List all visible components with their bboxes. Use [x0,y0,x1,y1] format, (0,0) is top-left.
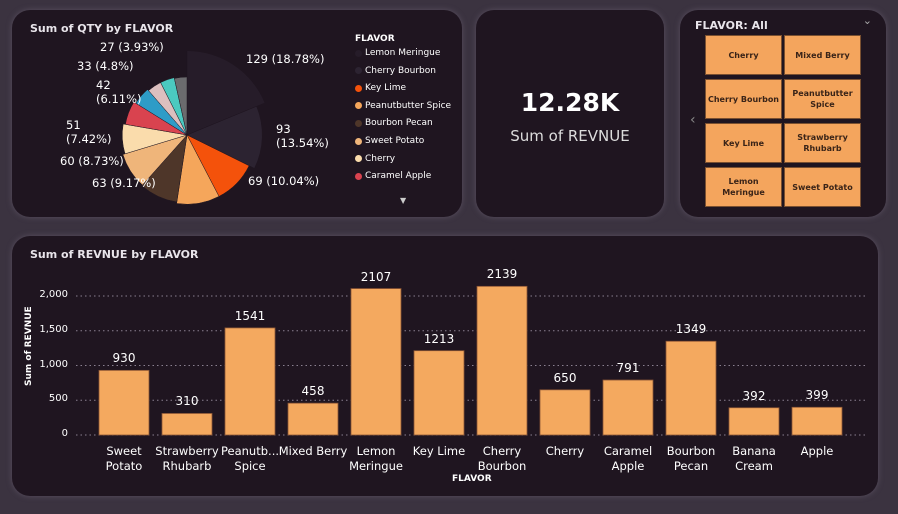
x-tick-label: Sweet Potato [105,444,143,473]
slicer-option[interactable]: Strawberry Rhubarb [784,123,861,163]
legend-item[interactable]: Caramel Apple [355,171,431,181]
bar-data-label: 1541 [234,308,266,323]
legend-marker [355,67,362,75]
x-tick-label: Bourbon Pecan [666,444,716,473]
bar-data-label: 399 [805,388,829,403]
legend-label: Lemon Meringue [365,48,441,58]
legend-item[interactable]: Cherry Bourbon [355,66,436,76]
bar-data-label: 458 [301,384,325,399]
slicer-option[interactable]: Mixed Berry [784,35,861,75]
x-tick-label: Peanutb... Spice [221,444,279,473]
x-tick-label: Cherry [545,444,585,458]
pie-data-label: 93 (13.54%) [276,122,329,150]
bar[interactable] [539,389,591,436]
legend-item[interactable]: Sweet Potato [355,136,424,146]
legend-label: Key Lime [365,83,406,94]
x-tick-label: Lemon Meringue [349,444,403,473]
bar[interactable] [602,379,654,436]
slicer-option[interactable]: Lemon Meringue [705,167,782,207]
x-axis-label: FLAVOR [452,474,492,484]
x-tick-label: Key Lime [412,444,466,458]
y-tick-label: 0 [61,428,68,439]
y-tick-label: 1,500 [39,323,68,335]
bar[interactable] [98,369,150,436]
pie-data-label: 51 (7.42%) [66,118,112,146]
x-tick-label: Mixed Berry [278,444,348,458]
x-tick-label: Caramel Apple [603,444,653,473]
legend-title: FLAVOR [355,34,395,44]
legend-label: Sweet Potato [365,136,425,146]
pie-data-label: 33 (4.8%) [77,59,134,73]
pie-data-label: 42 (6.11%) [96,78,142,106]
bar[interactable] [791,406,843,436]
legend-item[interactable]: Peanutbutter Spice [355,101,451,111]
bar-data-label: 650 [553,370,577,385]
pie-data-label: 63 (9.17%) [92,176,156,190]
chevron-left-icon[interactable]: ‹ [690,112,696,128]
bar-data-label: 1349 [675,322,707,337]
bar[interactable] [350,288,402,436]
bar-data-label: 2107 [360,269,392,284]
bar[interactable] [665,340,717,436]
flavor-slicer: FLAVOR: All ⌄ ‹ Cherry Mixed Berry Cherry … [680,10,886,217]
pie-chart-card: Sum of QTY by FLAVOR 129 (18.78%) 93 (13.… [12,10,462,217]
x-tick-label: Apple [800,444,834,458]
bar[interactable] [161,413,213,436]
legend-label: Caramel Apple [365,171,432,182]
bar-data-label: 392 [742,388,766,403]
legend-marker [355,137,362,145]
x-tick-label: Banana Cream [732,444,776,473]
legend-marker [355,155,362,163]
legend-item[interactable]: Lemon Meringue [355,48,440,58]
slicer-option[interactable]: Key Lime [705,123,782,163]
slicer-title: FLAVOR: All [695,19,768,32]
pie-data-label: 27 (3.93%) [100,40,164,54]
bar-data-label: 1213 [423,331,455,346]
bar[interactable] [728,407,780,436]
bar-data-label: 791 [616,361,640,376]
bar-chart-card: Sum of REVNUE by FLAVOR Sum of REVNUE 05… [12,236,878,496]
pie-data-label: 60 (8.73%) [60,154,124,168]
bar[interactable] [287,402,339,436]
legend-item[interactable]: Key Lime [355,83,406,93]
legend-marker [355,102,362,110]
legend-label: Cherry [365,153,396,164]
kpi-card: 12.28K Sum of REVNUE [476,10,664,217]
bar-data-label: 930 [112,351,136,366]
chevron-down-icon[interactable]: ⌄ [863,14,872,27]
bar[interactable] [476,285,528,436]
slicer-option[interactable]: Sweet Potato [784,167,861,207]
kpi-value: 12.28K [520,88,620,117]
x-tick-label: Strawberry Rhubarb [155,444,219,473]
legend-label: Peanutbutter Spice [365,100,452,111]
y-tick-label: 2,000 [39,289,68,300]
legend-marker [355,84,362,92]
legend-marker [355,119,362,127]
legend-label: Cherry Bourbon [365,65,436,76]
x-tick-label: Cherry Bourbon [477,444,527,473]
kpi-label: Sum of REVNUE [510,127,630,145]
legend-item[interactable]: Cherry [355,154,395,164]
legend-marker [355,49,362,57]
legend-item[interactable]: Bourbon Pecan [355,118,433,128]
slicer-option[interactable]: Cherry [705,35,782,75]
y-tick-label: 500 [48,393,68,405]
slicer-option[interactable]: Peanutbutter Spice [784,79,861,119]
slicer-option[interactable]: Cherry Bourbon [705,79,782,119]
bar-data-label: 310 [175,394,199,409]
bar[interactable] [413,350,465,436]
pie-data-label: 69 (10.04%) [248,174,320,188]
y-tick-label: 1,000 [39,358,68,370]
legend-scroll-down-icon[interactable]: ▼ [400,196,406,205]
legend-marker [355,172,362,180]
legend-label: Bourbon Pecan [365,118,433,129]
pie-data-label: 129 (18.78%) [246,52,325,66]
bar[interactable] [224,327,276,436]
bar-data-label: 2139 [486,267,518,282]
